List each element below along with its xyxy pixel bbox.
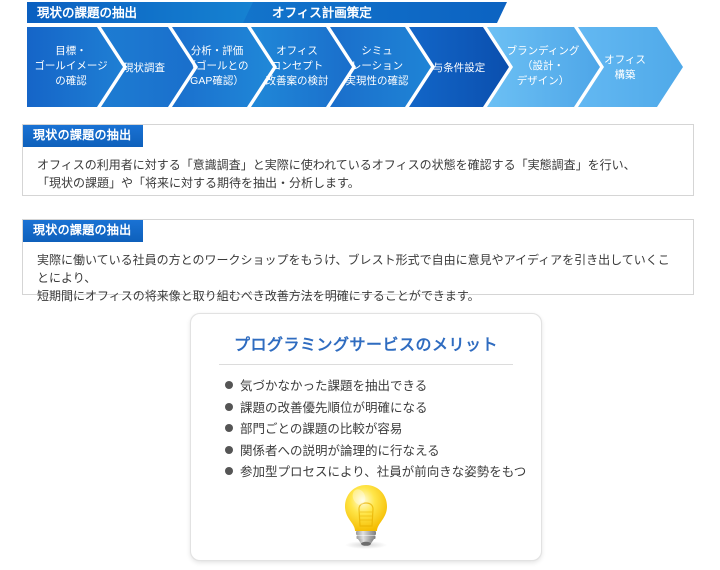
- info-box-1-body: オフィスの利用者に対する「意識調査」と実際に使われているオフィスの状態を確認する…: [23, 147, 693, 200]
- flow-step-8-line-2: 構築: [615, 68, 636, 81]
- flow-banner-1: 現状の課題の抽出: [27, 2, 259, 23]
- merit-item-label: 関係者への説明が論理的に行なえる: [240, 443, 440, 458]
- merit-item-label: 部門ごとの課題の比較が容易: [240, 422, 403, 436]
- flow-step-4-line-1: オフィス: [276, 45, 318, 57]
- flow-banner-2: オフィス計画策定: [243, 2, 507, 23]
- list-item: 気づかなかった課題を抽出できる: [225, 376, 541, 398]
- bullet-icon: [225, 467, 233, 475]
- flow-step-1-line-3: の確認: [55, 74, 87, 87]
- info-box-2-line-2: 短期間にオフィスの将来像と取り組むべき改善方法を明確にすることができます。: [37, 289, 480, 303]
- info-box-1-line-1: オフィスの利用者に対する「意識調査」と実際に使われているオフィスの状態を確認する…: [37, 158, 636, 172]
- flow-step-5-line-1: シミュ: [361, 45, 393, 57]
- bullet-icon: [225, 381, 233, 389]
- flow-step-4-line-2: コンセプト: [271, 60, 324, 72]
- process-flow-diagram: 現状の課題の抽出 オフィス計画策定 目標・ ゴールイメージ の確認 現状調査 分…: [27, 0, 697, 112]
- merit-item-label: 気づかなかった課題を抽出できる: [240, 379, 428, 393]
- flow-step-7-line-1: ブランディング: [507, 44, 580, 57]
- process-flow-svg: 現状の課題の抽出 オフィス計画策定 目標・ ゴールイメージ の確認 現状調査 分…: [27, 2, 683, 107]
- flow-banner-2-label: オフィス計画策定: [272, 5, 372, 20]
- flow-step-7-line-2: （設計・: [522, 59, 564, 72]
- flow-step-3-line-3: GAP確認）: [190, 74, 244, 87]
- flow-step-5-line-2: レーション: [351, 60, 403, 72]
- merit-card: プログラミングサービスのメリット 気づかなかった課題を抽出できる 課題の改善優先…: [190, 313, 542, 561]
- merit-list: 気づかなかった課題を抽出できる 課題の改善優先順位が明確になる 部門ごとの課題の…: [191, 365, 541, 484]
- merit-item-label: 課題の改善優先順位が明確になる: [240, 400, 428, 415]
- bullet-icon: [225, 402, 233, 411]
- list-item: 参加型プロセスにより、社員が前向きな姿勢をもつ: [225, 462, 541, 484]
- info-box-current-issues-2: 現状の課題の抽出 実際に働いている社員の方とのワークショップをもうけ、ブレスト形…: [22, 219, 694, 303]
- flow-step-5-line-3: 実現性の確認: [346, 74, 409, 87]
- flow-step-1: 目標・ ゴールイメージ の確認: [27, 27, 123, 107]
- flow-step-3-line-2: （ゴールとの: [186, 59, 249, 72]
- list-item: 課題の改善優先順位が明確になる: [225, 398, 541, 420]
- flow-step-7-line-3: デザイン）: [517, 74, 570, 87]
- info-box-1-line-2: 「現状の課題」や「将来に対する期待を抽出・分析します。: [37, 176, 360, 190]
- info-box-2-line-1: 実際に働いている社員の方とのワークショップをもうけ、ブレスト形式で自由に意見やア…: [37, 253, 670, 285]
- bullet-icon: [225, 424, 233, 432]
- info-box-2-header: 現状の課題の抽出: [23, 220, 144, 242]
- merit-item-label: 参加型プロセスにより、社員が前向きな姿勢をもつ: [240, 465, 527, 479]
- info-box-1-header: 現状の課題の抽出: [23, 125, 144, 147]
- flow-step-1-line-1: 目標・: [55, 44, 87, 57]
- list-item: 部門ごとの課題の比較が容易: [225, 419, 541, 441]
- list-item: 関係者への説明が論理的に行なえる: [225, 441, 541, 463]
- flow-step-8-line-1: オフィス: [604, 54, 646, 66]
- bullet-icon: [225, 445, 233, 454]
- flow-step-3: 分析・評価 （ゴールとの GAP確認）: [172, 27, 273, 107]
- flow-step-6-line-1: 与条件設定: [433, 61, 486, 74]
- flow-banner-1-label: 現状の課題の抽出: [37, 5, 137, 20]
- lightbulb-icon: [345, 485, 387, 549]
- flow-step-1-line-2: ゴールイメージ: [34, 59, 107, 72]
- info-box-2-body: 実際に働いている社員の方とのワークショップをもうけ、ブレスト形式で自由に意見やア…: [23, 242, 693, 313]
- info-box-current-issues-1: 現状の課題の抽出 オフィスの利用者に対する「意識調査」と実際に使われているオフィ…: [22, 124, 694, 196]
- lightbulb-icon-wrapper: [191, 482, 541, 555]
- flow-step-3-line-1: 分析・評価: [191, 44, 244, 57]
- merit-card-title: プログラミングサービスのメリット: [233, 337, 498, 354]
- flow-step-2-line-1: 現状調査: [123, 61, 165, 74]
- flow-step-4-line-3: 改善案の検討: [266, 74, 329, 87]
